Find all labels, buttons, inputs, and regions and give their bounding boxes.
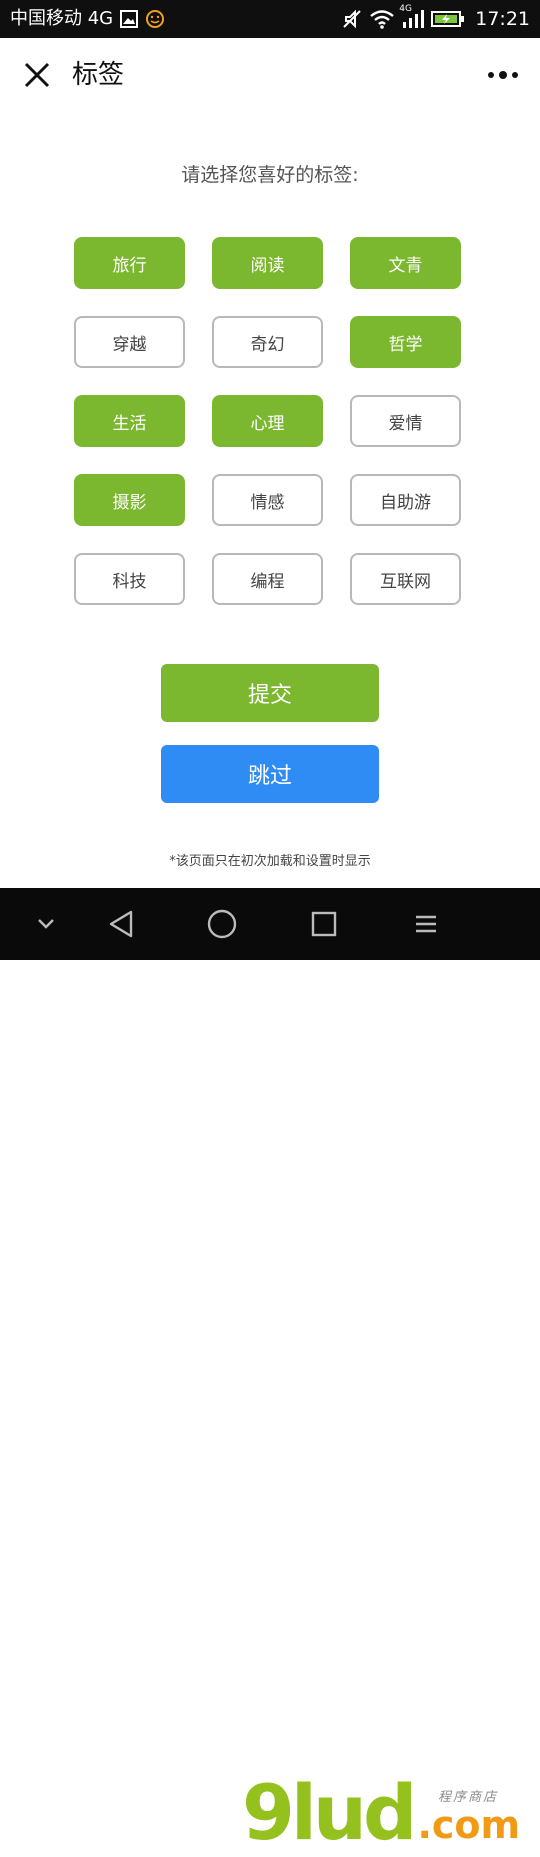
tag-grid: 旅行 阅读 文青 穿越 奇幻 哲学 生活 心理 爱情 摄影 情感 自助游 科技 …	[74, 237, 462, 605]
title-bar: 标签	[0, 38, 540, 112]
tag-button[interactable]: 奇幻	[212, 316, 323, 368]
tag-button[interactable]: 穿越	[74, 316, 185, 368]
status-bar-left: 中国移动 4G	[10, 9, 165, 29]
tag-button[interactable]: 文青	[350, 237, 461, 289]
tag-prompt: 请选择您喜好的标签:	[181, 164, 359, 186]
watermark-small: 程序商店	[438, 1790, 499, 1805]
tag-button[interactable]: 心理	[212, 395, 323, 447]
menu-button[interactable]	[408, 906, 444, 942]
mute-icon	[341, 8, 363, 30]
tag-button[interactable]: 互联网	[350, 553, 461, 605]
battery-charging-icon	[431, 10, 465, 28]
recent-apps-button[interactable]	[306, 906, 342, 942]
wifi-icon	[369, 9, 395, 29]
chevron-down-icon	[38, 919, 54, 929]
page-title: 标签	[72, 60, 125, 90]
tag-button[interactable]: 科技	[74, 553, 185, 605]
skip-button[interactable]: 跳过	[161, 745, 379, 803]
network-type-label: 4G	[399, 4, 412, 14]
status-bar-right: 4G 17:21	[341, 4, 530, 30]
smiley-icon	[145, 9, 165, 29]
menu-lines-icon	[416, 915, 436, 933]
gallery-icon	[119, 9, 139, 29]
close-icon	[24, 62, 50, 88]
watermark-main: 9lud	[242, 1768, 417, 1857]
tag-button[interactable]: 爱情	[350, 395, 461, 447]
tag-button[interactable]: 旅行	[74, 237, 185, 289]
back-button[interactable]	[103, 906, 139, 942]
carrier-label: 中国移动 4G	[10, 8, 114, 29]
watermark: 9lud .com 程序商店	[242, 1768, 540, 1857]
status-bar: 中国移动 4G 4G 17:21	[0, 0, 540, 38]
navigation-bar: 9lud .com 程序商店	[0, 888, 540, 1851]
tag-button[interactable]: 摄影	[74, 474, 185, 526]
recent-square-icon	[311, 911, 337, 937]
hide-nav-button[interactable]	[28, 906, 64, 942]
tag-button[interactable]: 情感	[212, 474, 323, 526]
more-icon	[488, 71, 518, 79]
first-load-note: *该页面只在初次加载和设置时显示	[169, 854, 371, 869]
watermark-suffix: .com	[417, 1803, 521, 1847]
close-button[interactable]	[18, 56, 56, 94]
home-button[interactable]	[204, 906, 240, 942]
tag-button[interactable]: 哲学	[350, 316, 461, 368]
tag-button[interactable]: 阅读	[212, 237, 323, 289]
tag-button[interactable]: 自助游	[350, 474, 461, 526]
tag-button[interactable]: 编程	[212, 553, 323, 605]
more-button[interactable]	[484, 56, 522, 94]
submit-button[interactable]: 提交	[161, 664, 379, 722]
signal-icon: 4G	[399, 4, 425, 30]
status-time: 17:21	[475, 8, 530, 30]
tag-button[interactable]: 生活	[74, 395, 185, 447]
home-circle-icon	[207, 909, 237, 939]
back-triangle-icon	[109, 910, 133, 938]
